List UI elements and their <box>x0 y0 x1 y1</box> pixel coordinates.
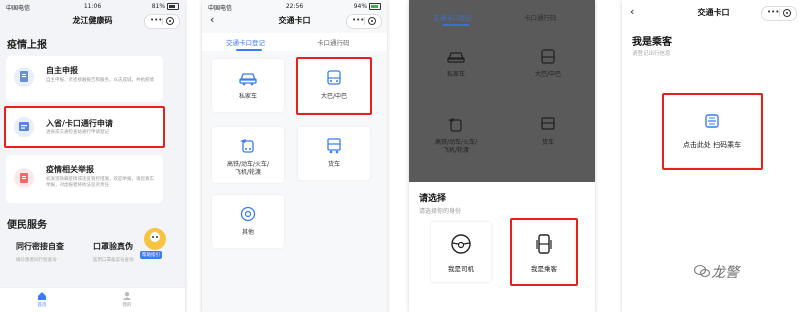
tile-label: 其他 <box>241 229 254 236</box>
service-desc: 确诊患者同行程查询 <box>16 258 57 263</box>
car-icon <box>447 52 465 63</box>
help-assistant-icon[interactable] <box>144 228 166 250</box>
tile-label: 货车 <box>327 161 340 168</box>
card-self-report[interactable]: 自主申报 自主申报、亲密接触报告和服务，众志成城，共抗疫情 <box>6 56 163 102</box>
train-plane-icon <box>240 139 254 153</box>
other-icon <box>240 206 256 222</box>
card-title: 自主申报 <box>46 66 78 75</box>
tab-bar: 首页 我的 <box>0 287 185 312</box>
help-guide-badge[interactable]: 帮助指引 <box>140 251 162 259</box>
close-target-icon[interactable] <box>166 17 174 25</box>
tab-checkpoint-pass[interactable]: 卡口通行码 <box>317 37 350 47</box>
more-icon[interactable]: ••• <box>150 16 162 24</box>
card-desc: 如发现隐瞒疫情或违反管控措施，欢迎举报，请您真实举报，对虚报者将依法追究责任 <box>46 177 154 188</box>
sheet-subtitle: 请选择你的身份 <box>419 208 462 215</box>
tile-train-plane: 高铁/动车/火车/飞机/轮渡 <box>421 108 491 158</box>
user-icon <box>122 291 132 301</box>
tile-train-plane[interactable]: 高铁/动车/火车/飞机/轮渡 <box>212 127 284 183</box>
service-contact-check[interactable]: 同行密接自查 <box>16 241 64 252</box>
passenger-title: 我是乘客 <box>632 37 672 48</box>
tab-home[interactable]: 首页 <box>22 291 62 308</box>
tile-truck[interactable]: 货车 <box>298 127 370 180</box>
option-label: 我是司机 <box>448 265 474 273</box>
tile-label: 私家车 <box>446 71 465 78</box>
nav-bar: 龙江健康码 ••• <box>0 12 185 30</box>
screen-choose-identity: 交通卡口登记 卡口通行码 私家车 大巴/中巴 高铁/动车/火车/飞机/轮渡 货车… <box>409 0 595 312</box>
nav-bar: ‹ 交通卡口 ••• <box>622 4 805 22</box>
screen-passenger: ‹ 交通卡口 ••• 我是乘客 请登记出行信息 点击此处 扫码乘车 龙警 <box>622 0 805 312</box>
highlight-box <box>510 218 578 286</box>
passenger-subtitle: 请登记出行信息 <box>632 51 671 57</box>
steering-wheel-icon <box>451 234 471 254</box>
watermark-text: 龙警 <box>711 265 739 281</box>
wechat-icon <box>694 264 710 278</box>
active-tab-indicator <box>236 49 262 51</box>
screen-health-code-home: 中国电信 11:06 81% 龙江健康码 ••• 疫情上报 自主申报 自主申报、… <box>0 0 185 312</box>
close-target-icon[interactable] <box>368 17 376 25</box>
miniprogram-capsule[interactable]: ••• <box>346 14 382 29</box>
section-title-report: 疫情上报 <box>7 40 47 51</box>
close-target-icon[interactable] <box>783 9 791 17</box>
miniprogram-capsule[interactable]: ••• <box>761 6 797 21</box>
tab-checkpoint-register[interactable]: 交通卡口登记 <box>226 37 265 47</box>
car-icon <box>239 73 257 86</box>
truck-icon <box>541 117 555 130</box>
modal-backdrop[interactable]: 交通卡口登记 卡口通行码 私家车 大巴/中巴 高铁/动车/火车/飞机/轮渡 货车 <box>409 0 595 182</box>
truck-icon <box>327 138 341 154</box>
bottom-sheet: 请选择 请选择你的身份 我是司机 我是乘客 <box>409 182 595 312</box>
card-report-violation[interactable]: 疫情相关举报 如发现隐瞒疫情或违反管控措施，欢迎举报，请您真实举报，对虚报者将依… <box>6 155 163 203</box>
status-bar: 中国电信 22:56 94% <box>202 0 387 12</box>
tile-label: 高铁/动车/火车/飞机/轮渡 <box>226 161 270 176</box>
highlight-box <box>296 57 372 115</box>
tile-other[interactable]: 其他 <box>212 195 284 248</box>
home-icon <box>37 291 47 301</box>
option-driver[interactable]: 我是司机 <box>431 222 491 282</box>
more-icon[interactable]: ••• <box>767 8 779 16</box>
section-title-services: 便民服务 <box>7 220 47 231</box>
miniprogram-capsule[interactable]: ••• <box>144 14 180 29</box>
train-plane-icon <box>448 118 462 132</box>
tab-checkpoint-pass: 卡口通行码 <box>524 14 557 22</box>
status-bar: 中国电信 11:06 81% <box>0 0 185 12</box>
tile-truck: 货车 <box>513 108 583 158</box>
highlight-box <box>4 106 165 148</box>
tab-checkpoint-register: 交通卡口登记 <box>433 14 472 22</box>
top-tabs: 交通卡口登记 卡口通行码 <box>202 33 387 51</box>
report-icon <box>14 168 34 188</box>
battery-indicator: 94% <box>354 3 381 10</box>
sheet-title: 请选择 <box>419 194 447 204</box>
tile-private-car: 私家车 <box>421 40 491 90</box>
tile-label: 大巴/中巴 <box>534 71 562 78</box>
tile-bus: 大巴/中巴 <box>513 40 583 90</box>
tile-private-car[interactable]: 私家车 <box>212 59 284 112</box>
battery-icon <box>167 3 179 10</box>
card-desc: 自主申报、亲密接触报告和服务，众志成城，共抗疫情 <box>46 78 154 83</box>
highlight-box <box>662 93 763 170</box>
tile-label: 货车 <box>541 139 554 146</box>
service-desc: 医用口罩备案号查询 <box>93 258 134 263</box>
nav-bar: ‹ 交通卡口 ••• <box>202 12 387 30</box>
battery-icon <box>369 3 381 10</box>
document-icon <box>14 67 34 87</box>
active-tab-indicator <box>443 24 469 26</box>
tab-mine[interactable]: 我的 <box>107 291 147 308</box>
bus-icon <box>541 49 555 64</box>
screen-traffic-checkpoint: 中国电信 22:56 94% ‹ 交通卡口 ••• 交通卡口登记 卡口通行码 私… <box>202 0 387 312</box>
service-mask-verify[interactable]: 口罩验真伪 <box>93 241 133 252</box>
battery-indicator: 81% <box>152 3 179 10</box>
tile-label: 高铁/动车/火车/飞机/轮渡 <box>434 139 478 154</box>
more-icon[interactable]: ••• <box>352 16 364 24</box>
tile-label: 私家车 <box>238 93 257 100</box>
card-title: 疫情相关举报 <box>46 165 94 174</box>
